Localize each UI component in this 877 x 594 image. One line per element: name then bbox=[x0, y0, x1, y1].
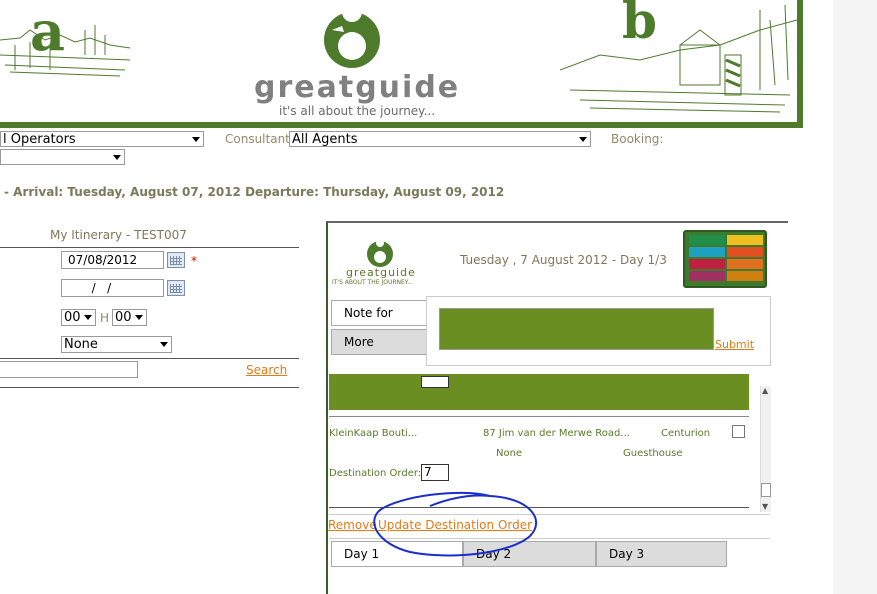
panel-logo-tagline: IT'S ABOUT THE JOURNEY... bbox=[332, 279, 413, 286]
consultant-label: Consultant: bbox=[225, 132, 294, 146]
calendar-icon[interactable] bbox=[167, 280, 185, 296]
minute-select[interactable]: 00 bbox=[112, 309, 147, 326]
scroll-down-icon[interactable]: ▼ bbox=[762, 502, 768, 511]
consultant-select[interactable]: All Agents bbox=[289, 131, 591, 147]
header-edge bbox=[797, 0, 803, 128]
scroll-up-icon[interactable]: ▲ bbox=[762, 386, 768, 395]
letter-a: a bbox=[30, 0, 65, 63]
annotation-circle bbox=[373, 491, 537, 557]
entry-address: 87 Jim van der Merwe Road... bbox=[483, 428, 630, 439]
scroll-thumb[interactable] bbox=[761, 483, 771, 497]
entry-name: KleinKaap Bouti... bbox=[329, 428, 418, 439]
destination-order-input[interactable] bbox=[421, 376, 449, 388]
divider bbox=[0, 247, 299, 248]
type-select-value: None bbox=[64, 337, 98, 352]
date-from-input[interactable]: 07/08/2012 bbox=[61, 251, 164, 269]
brand-logo-icon bbox=[324, 2, 380, 68]
day-grid-widget[interactable] bbox=[683, 230, 767, 288]
chevron-down-icon bbox=[192, 137, 200, 142]
panel-logo-text: greatguide bbox=[346, 266, 416, 279]
chevron-down-icon bbox=[84, 315, 92, 320]
right-illustration: b bbox=[560, 0, 797, 113]
calendar-icon[interactable] bbox=[167, 252, 185, 268]
chevron-down-icon bbox=[579, 137, 587, 142]
trip-dates: - Arrival: Tuesday, August 07, 2012 Depa… bbox=[4, 185, 505, 199]
required-marker: * bbox=[191, 254, 197, 268]
entry-category: Guesthouse bbox=[623, 448, 683, 459]
chevron-down-icon bbox=[135, 315, 143, 320]
date-to-input[interactable]: / / bbox=[61, 279, 164, 297]
note-textarea[interactable] bbox=[439, 308, 714, 350]
submit-link[interactable]: Submit bbox=[715, 338, 754, 351]
entry-city: Centurion bbox=[661, 428, 711, 439]
entry-checkbox[interactable] bbox=[732, 425, 745, 438]
left-illustration: a bbox=[0, 0, 131, 77]
itinerary-title: My Itinerary - TEST007 bbox=[50, 228, 187, 242]
secondary-select[interactable] bbox=[0, 149, 125, 165]
consultant-select-value: All Agents bbox=[292, 132, 358, 147]
chevron-down-icon bbox=[160, 342, 168, 347]
brand-tagline: it's all about the journey... bbox=[279, 104, 436, 118]
search-input[interactable] bbox=[0, 361, 138, 378]
divider bbox=[0, 387, 299, 388]
chevron-down-icon bbox=[113, 155, 121, 160]
tab-day-3[interactable]: Day 3 bbox=[596, 541, 727, 567]
booking-label: Booking: bbox=[611, 132, 664, 146]
page-right-margin bbox=[833, 0, 877, 594]
day-title: Tuesday , 7 August 2012 - Day 1/3 bbox=[460, 253, 667, 267]
hour-select-value: 00 bbox=[64, 310, 81, 325]
destination-order-label: Destination Order: bbox=[329, 468, 422, 479]
panel-logo-icon bbox=[367, 239, 393, 267]
entry-extra: None bbox=[496, 448, 523, 459]
divider bbox=[329, 416, 749, 417]
site-header: a greatguide it's all about the journey.… bbox=[0, 0, 803, 130]
destination-row-selected bbox=[329, 374, 749, 410]
hour-select[interactable]: 00 bbox=[61, 309, 96, 326]
tab-more[interactable]: More bbox=[331, 329, 431, 355]
divider bbox=[0, 358, 299, 359]
letter-b: b bbox=[622, 0, 657, 50]
brand-name: greatguide bbox=[254, 70, 461, 105]
operators-select-value: l Operators bbox=[3, 132, 76, 147]
destination-order-input[interactable]: 7 bbox=[421, 464, 449, 481]
minute-select-value: 00 bbox=[115, 310, 132, 325]
search-link[interactable]: Search bbox=[246, 363, 287, 377]
widget-grid bbox=[689, 235, 763, 285]
hour-separator: H bbox=[100, 311, 110, 325]
type-select[interactable]: None bbox=[61, 336, 172, 353]
header-border bbox=[0, 122, 803, 128]
operators-select[interactable]: l Operators bbox=[0, 131, 204, 147]
tab-note-for-today[interactable]: Note for today bbox=[331, 300, 431, 344]
